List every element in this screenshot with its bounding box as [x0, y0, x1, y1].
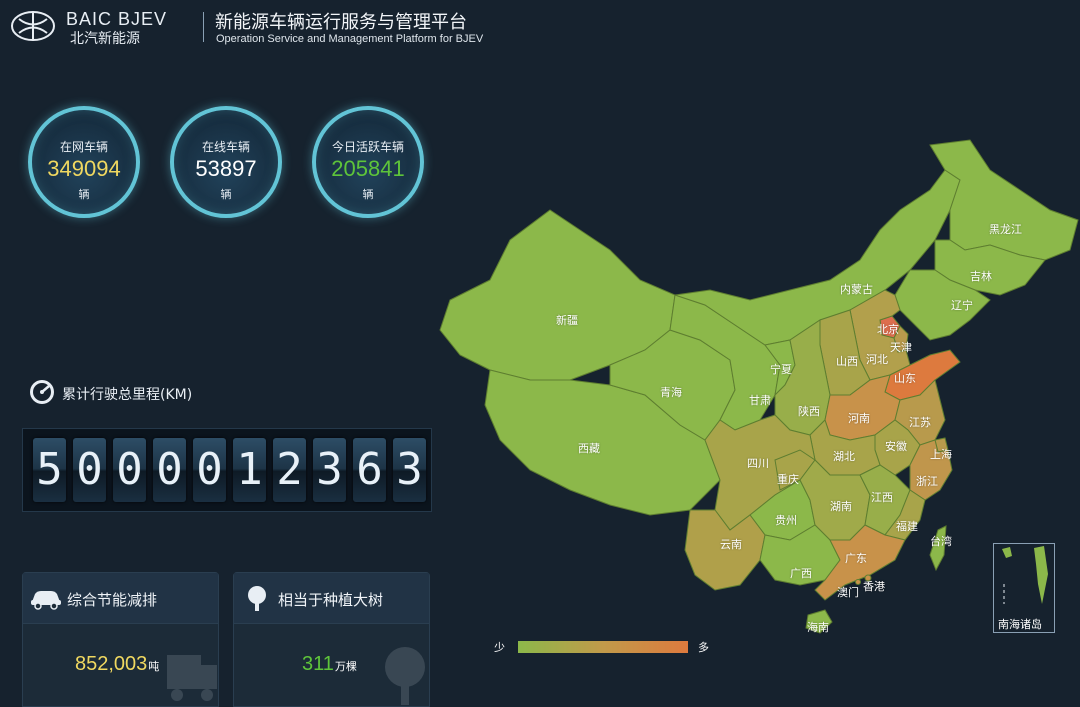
map-label: 贵州	[775, 514, 797, 527]
legend-high-label: 多	[698, 641, 709, 654]
map-label: 宁夏	[770, 363, 792, 376]
map-label: 辽宁	[951, 299, 973, 312]
platform-title-en: Operation Service and Management Platfor…	[216, 33, 484, 45]
map-label: 山西	[836, 355, 858, 368]
legend-low-label: 少	[494, 641, 505, 654]
odometer-digit: 6	[353, 438, 386, 502]
brand-name-cn: 北汽新能源	[70, 31, 140, 47]
card-title: 相当于种植大树	[278, 591, 384, 609]
stat-unit: 辆	[220, 188, 232, 201]
map-label: 台湾	[930, 535, 952, 548]
stat-label: 在线车辆	[201, 140, 250, 154]
card-value: 311万棵	[302, 653, 357, 676]
card-title: 综合节能减排	[67, 591, 158, 609]
card-value-number: 311	[302, 653, 334, 675]
map-label: 江西	[871, 491, 893, 504]
card-energy-saving: 综合节能减排 852,003吨	[22, 572, 219, 707]
stat-online-vehicles: 在线车辆 53897 辆	[170, 106, 282, 218]
card-value-number: 852,003	[75, 653, 148, 675]
card-value-unit: 吨	[148, 661, 160, 673]
odometer-title: 累计行驶总里程(KM)	[62, 387, 193, 403]
card-header: 相当于种植大树	[234, 573, 429, 624]
map-label: 四川	[747, 457, 769, 470]
card-header: 综合节能减排	[23, 573, 218, 624]
header-divider	[203, 12, 204, 42]
map-label: 山东	[894, 372, 916, 385]
map-label: 陕西	[798, 405, 820, 418]
map-label: 重庆	[777, 473, 799, 486]
truck-watermark-icon	[167, 655, 217, 701]
odometer-digit: 3	[313, 438, 346, 502]
stat-value: 349094	[47, 156, 121, 181]
china-map	[439, 139, 1079, 634]
odometer-digit: 1	[233, 438, 266, 502]
map-label: 湖北	[833, 450, 855, 463]
stat-value: 205841	[331, 156, 405, 181]
baic-logo-icon	[11, 11, 55, 41]
odometer-digit: 0	[73, 438, 106, 502]
map-label: 内蒙古	[840, 283, 873, 296]
odometer-digit: 2	[273, 438, 306, 502]
map-label: 澳门	[837, 586, 859, 599]
stat-unit: 辆	[362, 188, 374, 201]
brand-name-en: BAIC BJEV	[66, 9, 168, 29]
odometer-digit: 5	[33, 438, 66, 502]
map-label: 广东	[845, 552, 867, 565]
map-label: 广西	[790, 567, 812, 580]
map-label: 香港	[863, 580, 885, 593]
odometer-display: 5 0 0 0 0 1 2 3 6 3	[22, 428, 432, 512]
map-label: 天津	[890, 341, 912, 354]
legend-gradient-bar	[518, 641, 688, 653]
odometer-digit: 0	[153, 438, 186, 502]
map-label: 黑龙江	[989, 223, 1022, 236]
map-label: 西藏	[578, 442, 600, 455]
map-label: 浙江	[916, 475, 938, 488]
inset-label: 南海诸岛	[998, 618, 1042, 631]
map-label: 云南	[720, 538, 742, 551]
odometer-digit: 0	[113, 438, 146, 502]
card-tree-equivalent: 相当于种植大树 311万棵	[233, 572, 430, 707]
car-icon	[31, 591, 61, 610]
stat-network-vehicles: 在网车辆 349094 辆	[28, 106, 140, 218]
map-label: 安徽	[885, 440, 907, 453]
header: BAIC BJEV 北汽新能源 新能源车辆运行服务与管理平台 Operation…	[0, 0, 1080, 56]
map-label: 甘肃	[749, 394, 771, 407]
stat-label: 在网车辆	[59, 140, 108, 154]
stat-unit: 辆	[78, 188, 90, 201]
map-label: 江苏	[909, 416, 931, 429]
stat-label: 今日活跃车辆	[331, 140, 404, 154]
stat-active-vehicles: 今日活跃车辆 205841 辆	[312, 106, 424, 218]
stat-value: 53897	[195, 156, 257, 181]
card-value: 852,003吨	[75, 653, 159, 676]
odometer-digit: 3	[393, 438, 426, 502]
tree-watermark-icon	[385, 647, 425, 705]
speedometer-icon	[30, 380, 54, 404]
map-label: 上海	[930, 448, 952, 461]
platform-title-cn: 新能源车辆运行服务与管理平台	[215, 12, 467, 33]
map-label: 北京	[877, 323, 899, 336]
map-label: 新疆	[556, 314, 578, 327]
map-label: 河北	[866, 353, 888, 366]
map-label: 河南	[848, 412, 870, 425]
map-label: 青海	[660, 386, 682, 399]
map-label: 吉林	[970, 270, 992, 283]
tree-icon	[248, 586, 266, 611]
map-label: 福建	[896, 520, 918, 533]
card-value-unit: 万棵	[334, 661, 357, 673]
odometer-digit: 0	[193, 438, 226, 502]
map-label: 海南	[807, 621, 829, 634]
map-label: 湖南	[830, 500, 852, 513]
